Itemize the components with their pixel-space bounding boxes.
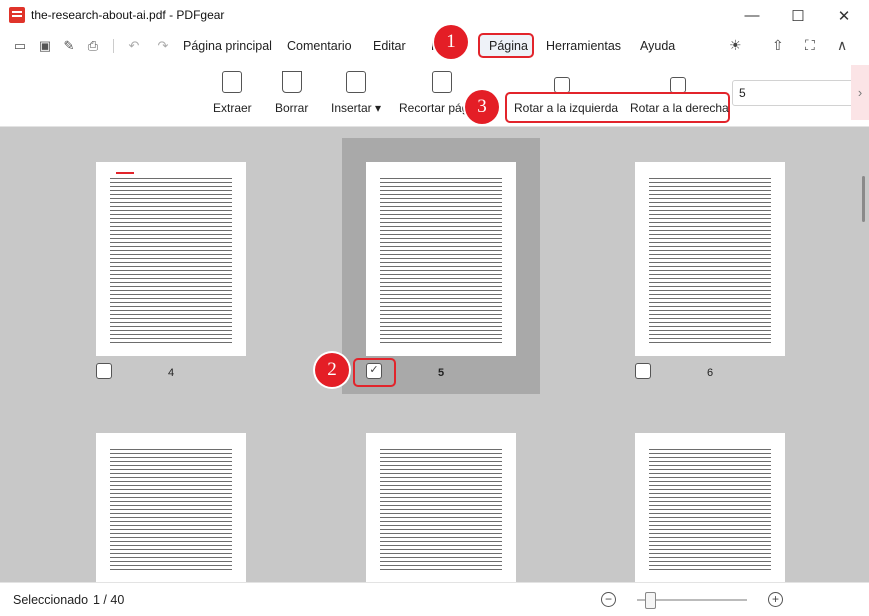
title-bar: the-research-about-ai.pdf - PDFgear — ☐ … — [0, 0, 869, 31]
page-number-label: 5 — [438, 367, 445, 379]
rotate-right-icon[interactable] — [670, 71, 686, 93]
save-as-icon[interactable]: ✎ — [61, 38, 77, 54]
insert-tool-icon[interactable] — [346, 71, 366, 93]
crop-tool-icon[interactable] — [432, 71, 452, 93]
thumbnail-text-lines — [649, 178, 771, 346]
page-thumbnail[interactable] — [366, 162, 516, 356]
extract-tool-icon[interactable] — [222, 71, 242, 93]
rotate-left-button[interactable]: Rotar a la izquierda — [514, 101, 618, 115]
menu-pagina-principal[interactable]: Página principal — [183, 39, 272, 53]
pdfgear-logo-icon — [9, 7, 25, 23]
crop-page-button[interactable]: Recortar pág — [399, 101, 468, 115]
zoom-slider-handle[interactable] — [645, 592, 656, 609]
rotate-left-icon[interactable] — [554, 71, 570, 93]
menu-herramientas[interactable]: Herramientas — [546, 39, 621, 53]
save-icon[interactable]: ▣ — [37, 38, 53, 54]
print-icon[interactable]: ⎙ — [85, 38, 101, 54]
checkbox-highlight — [353, 358, 396, 387]
menu-ayuda[interactable]: Ayuda — [640, 39, 675, 53]
page-number-label: 4 — [168, 367, 175, 379]
thumbnail-heading-mark — [116, 172, 134, 174]
minimize-button[interactable]: — — [729, 0, 775, 31]
menu-editar[interactable]: Editar — [373, 39, 406, 53]
page-number-label: 6 — [707, 367, 714, 379]
maximize-button[interactable]: ☐ — [775, 0, 821, 31]
selected-label: Seleccionado — [13, 593, 89, 607]
step-badge-1: 1 — [434, 25, 468, 59]
open-folder-icon[interactable]: ▭ — [12, 38, 28, 54]
redo-icon[interactable]: ↷ — [155, 38, 171, 54]
thumbnail-text-lines — [380, 449, 502, 572]
page-thumbnail[interactable] — [635, 162, 785, 356]
step-badge-3: 3 — [465, 90, 499, 124]
page-thumbnail[interactable] — [96, 162, 246, 356]
divider — [113, 39, 114, 53]
zoom-out-icon[interactable]: − — [601, 592, 616, 607]
close-button[interactable]: ✕ — [821, 0, 867, 31]
zoom-in-icon[interactable]: + — [768, 592, 783, 607]
menu-comentario[interactable]: Comentario — [287, 39, 352, 53]
page-thumbnail[interactable] — [366, 433, 516, 582]
page-thumbnail[interactable] — [96, 433, 246, 582]
menu-pagina[interactable]: Página — [489, 39, 528, 53]
delete-button[interactable]: Borrar — [275, 101, 308, 115]
thumbnail-text-lines — [110, 449, 232, 572]
ribbon-scroll-right-icon[interactable]: › — [851, 65, 869, 120]
vertical-scrollbar[interactable] — [862, 176, 865, 222]
selection-count: 1 / 40 — [93, 593, 125, 607]
share-icon[interactable]: ⇧ — [772, 37, 784, 54]
window-title: the-research-about-ai.pdf - PDFgear — [31, 8, 225, 22]
insert-button[interactable]: Insertar ▾ — [331, 101, 381, 115]
extract-button[interactable]: Extraer — [213, 101, 252, 115]
rotate-right-button[interactable]: Rotar a la derecha — [630, 101, 729, 115]
thumbnail-text-lines — [380, 178, 502, 346]
fullscreen-icon[interactable]: ⛶ — [805, 37, 815, 54]
delete-tool-icon[interactable] — [282, 71, 302, 93]
page-select-checkbox[interactable] — [635, 363, 651, 379]
status-bar: Seleccionado 1 / 40 − + — [0, 582, 869, 616]
page-number-input[interactable] — [732, 80, 856, 106]
page-thumbnail[interactable] — [635, 433, 785, 582]
undo-icon[interactable]: ↶ — [126, 38, 142, 54]
page-select-checkbox[interactable] — [96, 363, 112, 379]
thumbnail-text-lines — [649, 449, 771, 572]
collapse-ribbon-icon[interactable]: ∧ — [837, 37, 847, 54]
thumbnail-text-lines — [110, 178, 232, 346]
step-badge-2: 2 — [315, 353, 349, 387]
theme-icon[interactable]: ☀ — [729, 37, 742, 54]
